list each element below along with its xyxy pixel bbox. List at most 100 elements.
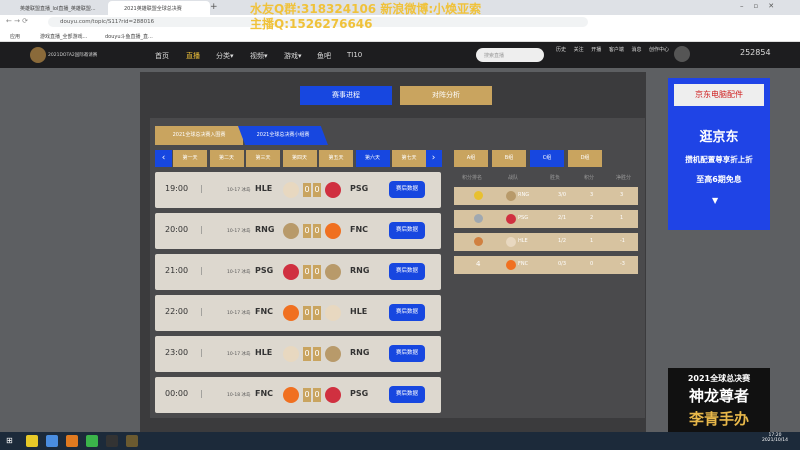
match-date: 10-17 冰岛 [227, 270, 251, 275]
ad-line: 2021全球总决赛 [687, 374, 751, 383]
team-logo-icon [506, 260, 516, 270]
rank-medal-icon: 3 [474, 237, 483, 246]
score-a: 0 [303, 347, 311, 361]
day-tab[interactable]: 第三天 [246, 150, 280, 167]
team-a-logo-icon [283, 305, 299, 321]
standings-row: 2 PSG 2/1 2 1 [454, 210, 638, 228]
post-match-data-button[interactable]: 赛后数据 [389, 222, 425, 239]
new-tab-icon[interactable]: + [210, 2, 218, 12]
net-score: -3 [620, 261, 625, 267]
tab-play-in[interactable]: 2021全球总决赛入围赛 [155, 126, 243, 145]
post-match-data-button[interactable]: 赛后数据 [389, 263, 425, 280]
nav-fishbar[interactable]: 鱼吧 [317, 51, 331, 61]
creator-icon[interactable]: 创作中心 [649, 47, 669, 53]
group-tab[interactable]: A组 [454, 150, 488, 167]
match-row: 00:00 | 10-18 冰岛 FNC 0 0 PSG 赛后数据 [155, 377, 441, 413]
browser-tab[interactable]: 英雄联盟直播_lol直播_英雄联盟... [4, 1, 106, 15]
score-b: 0 [313, 347, 321, 361]
match-row: 20:00 | 10-17 冰岛 RNG 0 0 FNC 赛后数据 [155, 213, 441, 249]
match-row: 19:00 | 10-17 冰岛 HLE 0 0 PSG 赛后数据 [155, 172, 441, 208]
message-icon[interactable]: 消息 [631, 47, 641, 53]
app-icon[interactable] [106, 435, 118, 447]
header-icons[interactable]: 历史 关注 开播 客户端 消息 创作中心 [556, 46, 669, 53]
team-b-name: HLE [350, 307, 368, 316]
broadcast-icon[interactable]: 开播 [591, 47, 601, 53]
standings-row: 3 HLE 1/2 1 -1 [454, 233, 638, 251]
promo-ad-banner[interactable]: 2021全球总决赛 神龙尊者 李青手办 [668, 368, 770, 432]
team-b-name: PSG [350, 184, 369, 193]
team-b-logo-icon [325, 223, 341, 239]
tab-group-stage[interactable]: 2021全球总决赛小组赛 [238, 126, 328, 145]
lol-icon[interactable] [126, 435, 138, 447]
next-day-button[interactable]: › [425, 150, 442, 167]
match-time: 19:00 [165, 184, 189, 193]
post-match-data-button[interactable]: 赛后数据 [389, 386, 425, 403]
nav-games[interactable]: 游戏▾ [284, 51, 302, 61]
day-tab[interactable]: 第六天 [355, 150, 390, 167]
nav-category[interactable]: 分类▾ [216, 51, 234, 61]
bookmark[interactable]: 应用 [10, 33, 20, 40]
follow-icon[interactable]: 关注 [574, 47, 584, 53]
nav-ti10[interactable]: TI10 [347, 51, 362, 59]
points: 0 [590, 261, 594, 267]
windows-start-icon[interactable]: ⊞ [6, 436, 13, 445]
win-loss: 1/2 [558, 238, 567, 244]
bookmark[interactable]: douyu斗鱼直播_直... [105, 33, 153, 40]
app-icon[interactable] [26, 435, 38, 447]
group-tab[interactable]: C组 [530, 150, 564, 167]
history-icon[interactable]: 历史 [556, 47, 566, 53]
avatar[interactable] [674, 46, 690, 62]
day-tab[interactable]: 第四天 [282, 150, 317, 167]
team-logo-icon [506, 191, 516, 201]
match-time: 20:00 [165, 225, 189, 234]
browser-tab-active[interactable]: 2021英雄联盟全球总决赛 [108, 1, 210, 15]
match-row: 22:00 | 10-17 冰岛 FNC 0 0 HLE 赛后数据 [155, 295, 441, 331]
team-b-name: FNC [350, 225, 369, 234]
post-match-data-button[interactable]: 赛后数据 [389, 181, 425, 198]
nav-video[interactable]: 视频▾ [250, 51, 268, 61]
post-match-data-button[interactable]: 赛后数据 [389, 345, 425, 362]
post-match-data-button[interactable]: 赛后数据 [389, 304, 425, 321]
nav-home[interactable]: 首页 [155, 51, 169, 61]
window-controls[interactable]: –▫✕ [740, 2, 784, 10]
search-input[interactable]: 搜索直播 [476, 48, 544, 62]
team-a-logo-icon [283, 387, 299, 403]
team-a-name: HLE [255, 348, 273, 357]
bookmark[interactable]: 游戏直播_全部游戏... [40, 33, 87, 40]
client-icon[interactable]: 客户端 [609, 47, 624, 53]
logo-icon [30, 47, 46, 63]
score-b: 0 [313, 388, 321, 402]
match-analysis-button[interactable]: 对阵分析 [400, 86, 492, 105]
match-progress-button[interactable]: 赛事进程 [300, 86, 392, 105]
nav-live[interactable]: 直播 [186, 51, 200, 61]
team-a-name: FNC [255, 307, 274, 316]
match-date: 10-17 冰岛 [227, 188, 251, 193]
day-tab[interactable]: 第一天 [173, 150, 207, 167]
group-tab[interactable]: D组 [568, 150, 602, 167]
team-b-name: RNG [350, 266, 370, 275]
jd-ad-banner[interactable]: 京东电脑配件 逛京东 攒机配置尊享折上折 至高6期免息 ▼ [668, 78, 770, 230]
score-a: 0 [303, 388, 311, 402]
team-logo-icon [506, 214, 516, 224]
net-score: 1 [620, 215, 624, 221]
match-date: 10-17 冰岛 [227, 229, 251, 234]
app-icon[interactable] [66, 435, 78, 447]
score-b: 0 [313, 306, 321, 320]
standings-row: 1 RNG 3/0 3 3 [454, 187, 638, 205]
logo-text: 2021DOTA2国际邀请赛 [48, 53, 98, 58]
team-b-logo-icon [325, 346, 341, 362]
day-tab[interactable]: 第七天 [392, 150, 426, 167]
day-tab[interactable]: 第二天 [209, 150, 244, 167]
back-forward-reload-icons[interactable]: ← → ⟳ [6, 17, 28, 25]
team-name: FNC [518, 261, 529, 267]
prev-day-button[interactable]: ‹ [155, 150, 172, 167]
wechat-icon[interactable] [86, 435, 98, 447]
team-a-logo-icon [283, 223, 299, 239]
team-a-name: FNC [255, 389, 274, 398]
standings-header: 净胜分 [616, 175, 632, 181]
group-tab[interactable]: B组 [492, 150, 526, 167]
standings-header: 战队 [508, 175, 519, 181]
ad-title: 京东电脑配件 [674, 84, 764, 106]
day-tab[interactable]: 第五天 [319, 150, 353, 167]
chrome-icon[interactable] [46, 435, 58, 447]
